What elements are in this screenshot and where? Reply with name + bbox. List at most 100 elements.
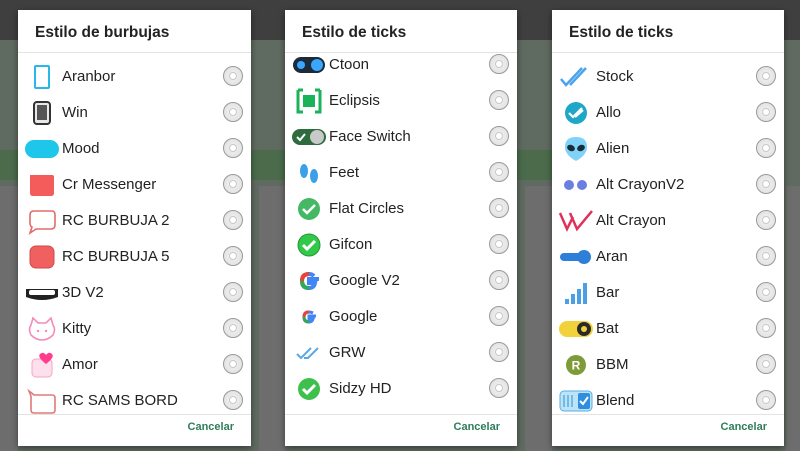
option-feet[interactable]: Feet	[285, 155, 517, 191]
option-label: GRW	[329, 344, 366, 361]
radio-button[interactable]	[756, 102, 776, 122]
option-label: Mood	[62, 140, 100, 157]
option-eclipsis[interactable]: Eclipsis	[285, 83, 517, 119]
radio-button[interactable]	[756, 138, 776, 158]
option-bat[interactable]: Bat	[552, 311, 784, 347]
option-aranbor[interactable]: Aranbor	[18, 59, 251, 95]
option-google[interactable]: Google	[285, 299, 517, 335]
option-win[interactable]: Win	[18, 95, 251, 131]
radio-button[interactable]	[223, 354, 243, 374]
bubble-pill-icon	[25, 140, 59, 158]
option-amor[interactable]: Amor	[18, 347, 251, 383]
radio-button[interactable]	[223, 174, 243, 194]
tick-flat-circle-icon	[298, 198, 320, 220]
option-bar[interactable]: Bar	[552, 275, 784, 311]
radio-button[interactable]	[756, 174, 776, 194]
tick-blend-icon	[559, 390, 593, 412]
option-google-v2[interactable]: Google V2	[285, 263, 517, 299]
option-label: Kitty	[62, 320, 92, 337]
radio-button[interactable]	[489, 90, 509, 110]
option-allo[interactable]: Allo	[552, 95, 784, 131]
option-aran[interactable]: Aran	[552, 239, 784, 275]
radio-button[interactable]	[489, 126, 509, 146]
radio-button[interactable]	[489, 54, 509, 74]
radio-button[interactable]	[223, 390, 243, 410]
option-label: Alien	[596, 140, 630, 157]
radio-button[interactable]	[223, 318, 243, 338]
google-icon	[302, 310, 316, 324]
option-label: Amor	[62, 356, 98, 373]
option-grw[interactable]: GRW	[285, 335, 517, 371]
option-label: Allo	[596, 104, 622, 121]
tick-double-icon	[296, 347, 319, 360]
radio-button[interactable]	[489, 270, 509, 290]
option-label: Bat	[596, 320, 619, 337]
option-alt-crayon[interactable]: Alt Crayon	[552, 203, 784, 239]
radio-button[interactable]	[223, 210, 243, 230]
toggle-icon	[560, 250, 591, 264]
radio-button[interactable]	[756, 390, 776, 410]
bat-icon	[559, 321, 593, 337]
radio-button[interactable]	[756, 282, 776, 302]
background-card	[786, 186, 800, 451]
option-mood[interactable]: Mood	[18, 131, 251, 167]
bubble-heart-icon	[31, 352, 53, 378]
signal-bars-icon	[565, 283, 587, 304]
option-kitty[interactable]: Kitty	[18, 311, 251, 347]
option-flat-circles[interactable]: Flat Circles	[285, 191, 517, 227]
bubble-rounded-icon	[29, 245, 55, 269]
radio-button[interactable]	[756, 354, 776, 374]
option-label: Google V2	[329, 272, 400, 289]
radio-button[interactable]	[489, 162, 509, 182]
radio-button[interactable]	[756, 66, 776, 86]
option-face-switch[interactable]: Face Switch	[285, 119, 517, 155]
radio-button[interactable]	[489, 234, 509, 254]
option-blend[interactable]: Blend	[552, 383, 784, 414]
radio-button[interactable]	[489, 198, 509, 218]
radio-button[interactable]	[223, 282, 243, 302]
tick-stock-icon	[560, 67, 587, 87]
cancel-button[interactable]: Cancelar	[721, 421, 767, 433]
radio-button[interactable]	[756, 318, 776, 338]
option-alt-crayonv2[interactable]: Alt CrayonV2	[552, 167, 784, 203]
tick-style-dialog: Estilo de ticks Stock Allo Alien Alt Cra…	[552, 10, 784, 446]
option-rc-burbuja-2[interactable]: RC BURBUJA 2	[18, 203, 251, 239]
radio-button[interactable]	[756, 210, 776, 230]
svg-text:R: R	[572, 359, 581, 373]
google-v2-icon	[299, 271, 319, 291]
radio-button[interactable]	[223, 246, 243, 266]
option-sidzy-hd[interactable]: Sidzy HD	[285, 371, 517, 407]
background-strip	[251, 150, 285, 180]
bubble-window-icon	[33, 101, 51, 125]
dialog-title: Estilo de ticks	[569, 24, 674, 41]
cancel-button[interactable]: Cancelar	[454, 421, 500, 433]
option-rc-burbuja-5[interactable]: RC BURBUJA 5	[18, 239, 251, 275]
option-label: BBM	[596, 356, 629, 373]
tick-switch-icon	[292, 129, 326, 145]
cancel-button[interactable]: Cancelar	[188, 421, 234, 433]
tick-gifcon-icon	[297, 233, 321, 257]
tick-style-dialog: Estilo de ticks Ctoon Eclipsis Face Swit…	[285, 10, 517, 446]
option-label: Google	[329, 308, 378, 325]
radio-button[interactable]	[489, 378, 509, 398]
option-label: Stock	[596, 68, 634, 85]
option-bbm[interactable]: R BBM	[552, 347, 784, 383]
radio-button[interactable]	[223, 102, 243, 122]
option-label: Cr Messenger	[62, 176, 157, 193]
option-list: Ctoon Eclipsis Face Switch Feet Flat Cir…	[285, 52, 517, 415]
option-label: Alt CrayonV2	[596, 176, 685, 193]
option-label: Bar	[596, 284, 620, 301]
option-rc-sams-bord[interactable]: RC SAMS BORD	[18, 383, 251, 414]
option-alien[interactable]: Alien	[552, 131, 784, 167]
radio-button[interactable]	[223, 138, 243, 158]
radio-button[interactable]	[756, 246, 776, 266]
radio-button[interactable]	[489, 306, 509, 326]
bbm-icon: R	[566, 355, 586, 375]
option-ctoon[interactable]: Ctoon	[285, 53, 517, 83]
option-3d-v2[interactable]: 3D V2	[18, 275, 251, 311]
radio-button[interactable]	[223, 66, 243, 86]
option-cr-messenger[interactable]: Cr Messenger	[18, 167, 251, 203]
radio-button[interactable]	[489, 342, 509, 362]
option-gifcon[interactable]: Gifcon	[285, 227, 517, 263]
option-stock[interactable]: Stock	[552, 59, 784, 95]
